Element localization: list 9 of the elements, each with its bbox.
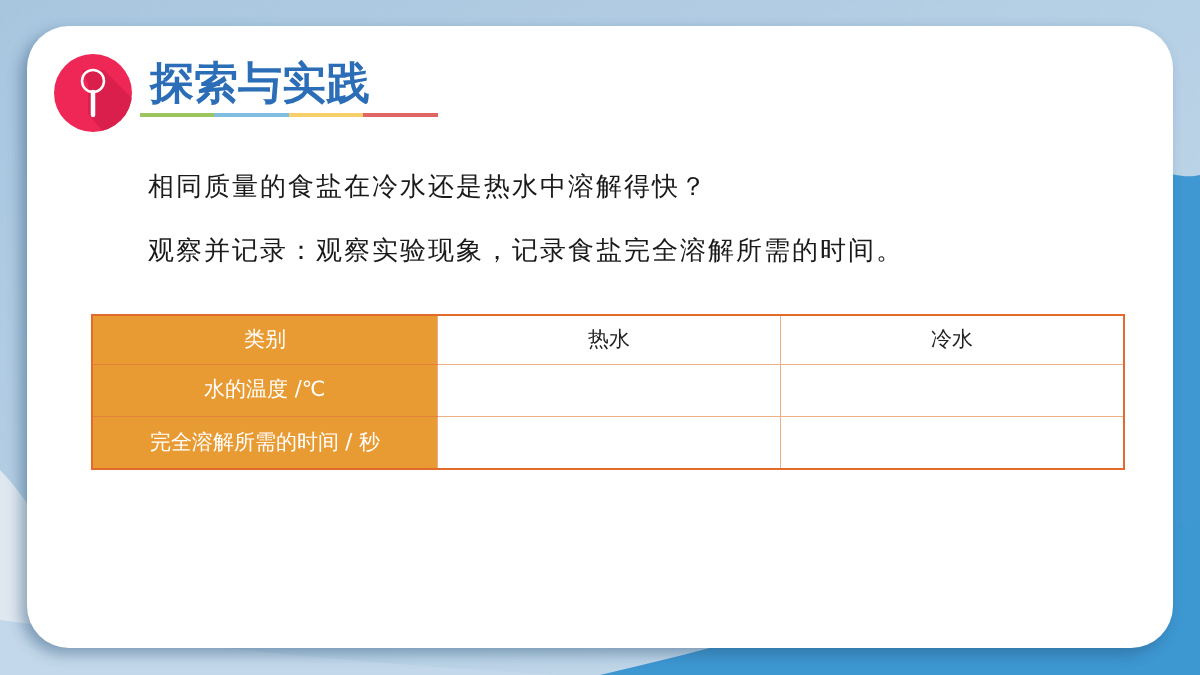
row-header: 水的温度 /℃ [92, 364, 437, 416]
row-header: 完全溶解所需的时间 / 秒 [92, 416, 437, 469]
column-header: 冷水 [780, 315, 1124, 364]
slide-title: 探索与实践 [150, 59, 370, 107]
header-cell: 类别 [92, 315, 437, 364]
question-text: 相同质量的食盐在冷水还是热水中溶解得快？ [148, 170, 708, 203]
column-header: 热水 [437, 315, 781, 364]
instruction-text: 观察并记录：观察实验现象，记录食盐完全溶解所需的时间。 [148, 234, 904, 267]
magnifier-icon [54, 54, 132, 132]
